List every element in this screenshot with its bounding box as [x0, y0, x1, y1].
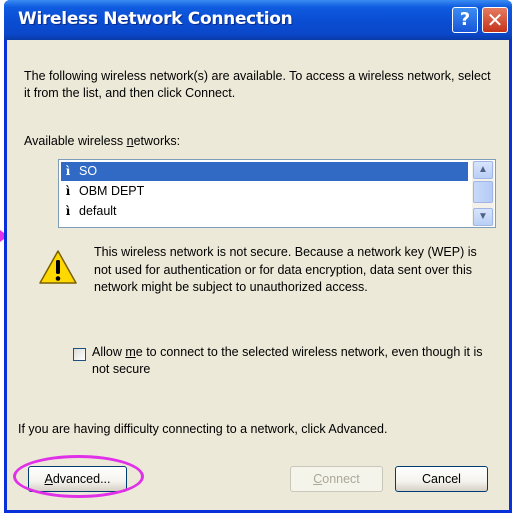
close-button[interactable]: ✕: [482, 7, 508, 33]
connect-mnemonic: C: [313, 472, 323, 486]
scroll-down-icon[interactable]: ▼: [473, 208, 493, 226]
available-label-mnemonic: n: [126, 134, 134, 148]
network-item-default[interactable]: ì default: [61, 202, 468, 221]
scroll-thumb[interactable]: [473, 181, 493, 203]
scroll-up-icon[interactable]: ▲: [473, 161, 493, 179]
connect-label: onnect: [322, 472, 360, 486]
connect-button[interactable]: Connect: [290, 466, 383, 492]
screenshot-page: Wireless Network Connection ? ✕ The foll…: [0, 0, 512, 515]
warning-icon: [39, 250, 77, 284]
allow-insecure-label[interactable]: Allow me to connect to the selected wire…: [92, 344, 492, 378]
checkbox-text-post: e to connect to the selected wireless ne…: [92, 345, 483, 376]
network-item-obm-dept[interactable]: ì OBM DEPT: [61, 182, 468, 201]
list-scrollbar[interactable]: ▲ ▼: [472, 161, 494, 226]
network-listbox[interactable]: ì SO ì OBM DEPT ì default ▲ ▼: [58, 159, 496, 228]
available-networks-label: Available wireless networks:: [24, 133, 180, 150]
cancel-button[interactable]: Cancel: [395, 466, 488, 492]
network-item-so[interactable]: ì SO: [61, 162, 468, 181]
window-title: Wireless Network Connection: [18, 9, 293, 29]
annotation-highlight-ellipse: [13, 455, 144, 498]
checkbox-text-pre: Allow: [92, 345, 126, 359]
wireless-network-icon: ì: [65, 164, 71, 178]
available-label-post: etworks:: [133, 134, 181, 148]
wireless-network-icon: ì: [65, 204, 71, 218]
wireless-network-icon: ì: [65, 184, 71, 198]
network-name: OBM DEPT: [79, 184, 145, 198]
allow-insecure-checkbox[interactable]: [73, 348, 86, 361]
advanced-help-text: If you are having difficulty connecting …: [18, 422, 388, 436]
help-button[interactable]: ?: [452, 7, 478, 33]
network-name: SO: [79, 164, 98, 178]
intro-text: The following wireless network(s) are av…: [24, 69, 491, 100]
security-warning-text: This wireless network is not secure. Bec…: [94, 245, 477, 294]
title-bar[interactable]: Wireless Network Connection ? ✕: [4, 0, 512, 40]
checkbox-text-mnemonic: m: [125, 345, 136, 359]
available-label-pre: Available wireless: [24, 134, 127, 148]
network-name: default: [79, 204, 117, 218]
